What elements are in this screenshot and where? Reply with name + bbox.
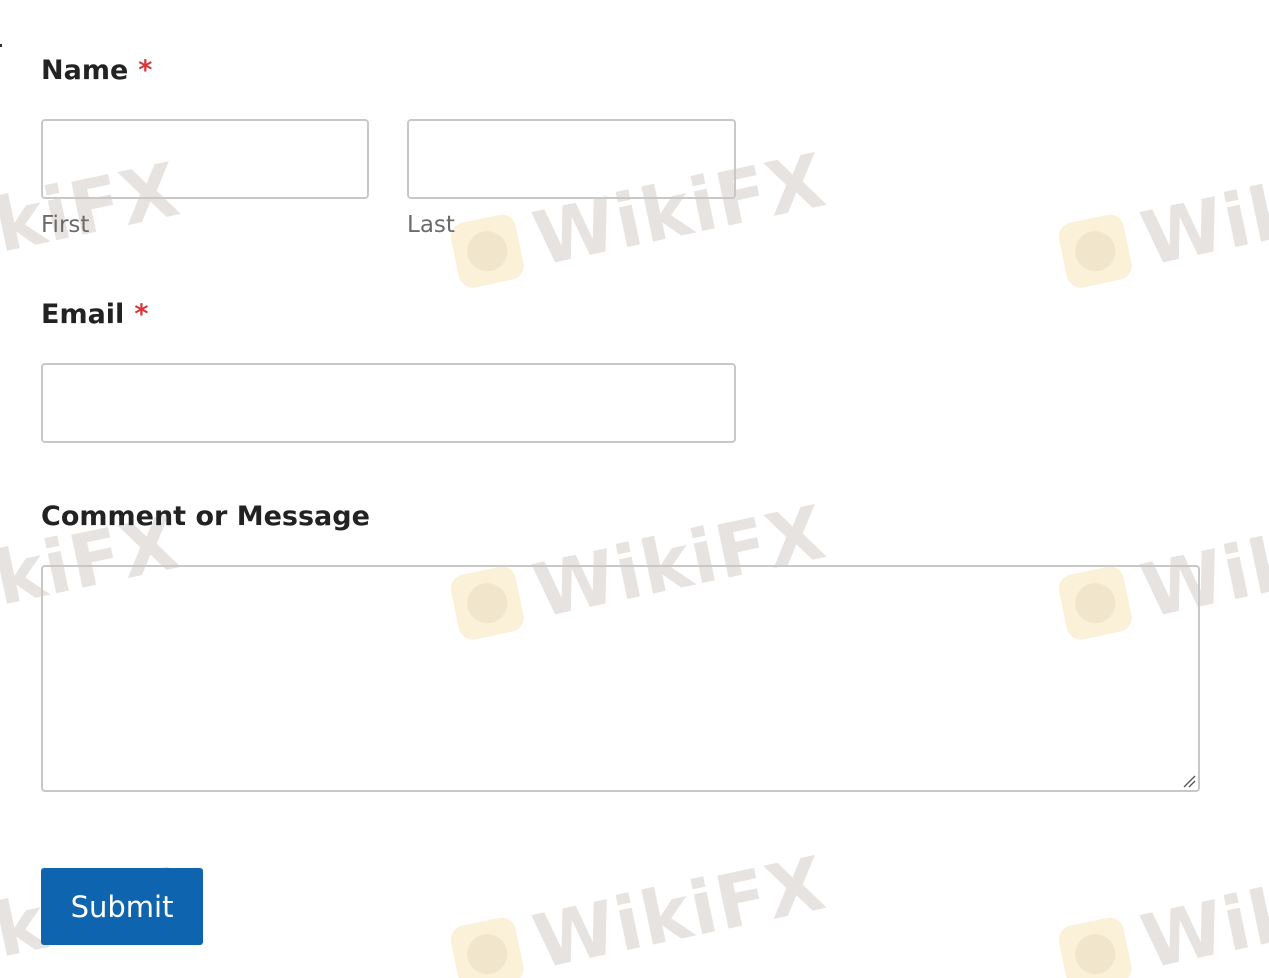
- required-asterisk: *: [138, 55, 153, 86]
- name-label-text: Name: [41, 55, 129, 86]
- stray-mark: [0, 44, 2, 47]
- wikifx-eagle-logo-icon: [1056, 211, 1135, 291]
- required-asterisk: *: [134, 299, 149, 330]
- watermark-text: Wik: [1134, 165, 1269, 284]
- email-input[interactable]: [41, 363, 736, 443]
- comment-textarea[interactable]: [41, 565, 1200, 792]
- watermark: Wik: [1054, 869, 1269, 978]
- resize-handle-icon[interactable]: [1182, 774, 1196, 788]
- wikifx-eagle-logo-icon: [1056, 914, 1135, 978]
- wikifx-eagle-logo-icon: [448, 914, 527, 978]
- first-name-input[interactable]: [41, 119, 369, 199]
- watermark-text: Wik: [1134, 868, 1269, 978]
- submit-button[interactable]: Submit: [41, 868, 203, 945]
- watermark: WikiFX: [446, 841, 833, 978]
- email-field-label: Email *: [41, 299, 148, 330]
- last-name-sublabel: Last: [407, 212, 455, 238]
- name-field-label: Name *: [41, 55, 152, 86]
- comment-field-label: Comment or Message: [41, 501, 370, 532]
- watermark: Wik: [1054, 166, 1269, 300]
- watermark-text: WikiFX: [526, 840, 833, 978]
- last-name-input[interactable]: [407, 119, 736, 199]
- wikifx-eagle-logo-icon: [448, 211, 527, 291]
- comment-label-text: Comment or Message: [41, 501, 370, 532]
- email-label-text: Email: [41, 299, 125, 330]
- first-name-sublabel: First: [41, 212, 90, 238]
- contact-form-page: ikiFX WikiFX Wik ikiFX WikiFX Wik ikiFX …: [0, 0, 1269, 978]
